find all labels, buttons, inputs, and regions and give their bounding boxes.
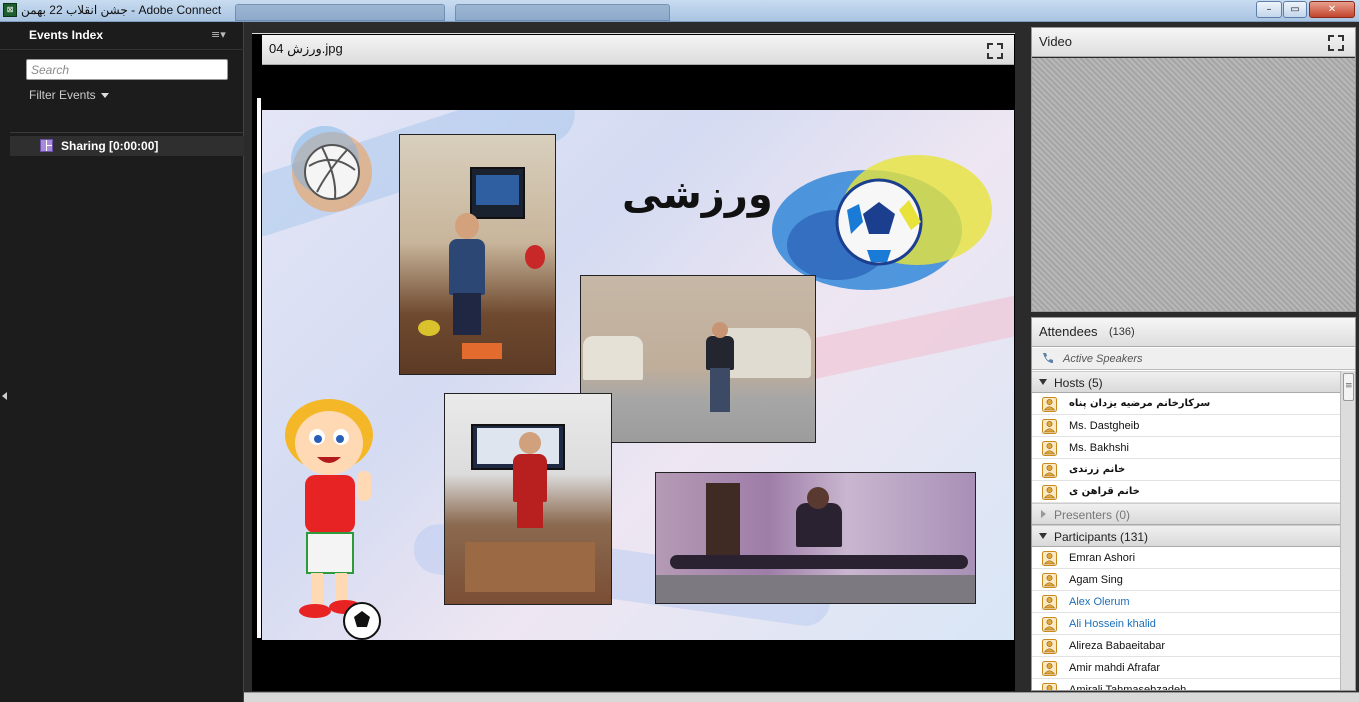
window-title: جشن انقلاب 22 بهمن - Adobe Connect	[21, 3, 222, 17]
attendee-row[interactable]: Ms. Bakhshi	[1032, 437, 1340, 459]
attendee-name: خانم زرندی	[1069, 464, 1126, 475]
caret-down-icon	[100, 93, 109, 99]
attendee-row[interactable]: Alireza Babaeitabar	[1032, 635, 1340, 657]
scrollbar-thumb[interactable]	[1343, 373, 1354, 401]
close-button[interactable]: ✕	[1309, 1, 1355, 18]
fullscreen-icon[interactable]	[1328, 35, 1344, 51]
expand-triangle-icon[interactable]	[1039, 533, 1047, 539]
attendee-group-header[interactable]: Presenters (0)	[1032, 503, 1340, 525]
user-icon	[1042, 463, 1057, 478]
events-panel-title: Events Index	[29, 28, 104, 42]
user-icon	[1042, 419, 1057, 434]
shared-slide-image: ورزشی	[262, 110, 1014, 640]
events-index-panel: Events Index ≡▾ Filter Events Sharing [0…	[0, 22, 244, 702]
attendee-name: Ali Hossein khalid	[1069, 618, 1156, 630]
user-icon	[1042, 617, 1057, 632]
share-pod: 04 ورزش.jpg ورزشی	[252, 26, 1015, 691]
attendee-group-header[interactable]: Hosts (5)	[1032, 371, 1340, 393]
attendee-row[interactable]: Emran Ashori	[1032, 547, 1340, 569]
attendee-row[interactable]: Alex Olerum	[1032, 591, 1340, 613]
attendee-name: Ms. Dastgheib	[1069, 420, 1140, 432]
background-taskbar-tab	[235, 4, 445, 21]
user-icon	[1042, 661, 1057, 676]
attendee-name: Agam Sing	[1069, 574, 1123, 586]
slide-heading: ورزشی	[622, 172, 773, 218]
filter-events-dropdown[interactable]: Filter Events	[29, 88, 109, 102]
attendee-name: Emran Ashori	[1069, 552, 1136, 564]
attendee-name: Ms. Bakhshi	[1069, 442, 1129, 454]
user-icon	[1042, 441, 1057, 456]
phone-icon	[1043, 353, 1053, 363]
attendee-row[interactable]: Ali Hossein khalid	[1032, 613, 1340, 635]
filter-events-label: Filter Events	[29, 88, 96, 102]
attendee-name: سرکارخانم مرضیه یزدان پناه	[1069, 398, 1211, 409]
attendee-row[interactable]: خانم قراهن ی	[1032, 481, 1340, 503]
slide-edge	[257, 98, 261, 638]
bottom-status-bar	[244, 692, 1359, 702]
cartoon-boy-illustration	[285, 399, 381, 640]
background-taskbar-tab	[455, 4, 670, 21]
attendees-count: (136)	[1109, 326, 1135, 338]
attendee-name: Amirali Tahmasebzadeh	[1069, 684, 1187, 691]
share-pod-icon	[40, 139, 53, 152]
user-icon	[1042, 683, 1057, 690]
attendee-group-label: Participants (131)	[1054, 530, 1149, 544]
collapse-triangle-icon[interactable]	[1041, 510, 1046, 518]
attendee-group-label: Presenters (0)	[1054, 508, 1131, 522]
user-icon	[1042, 397, 1057, 412]
attendee-row[interactable]: Ms. Dastgheib	[1032, 415, 1340, 437]
attendee-group-label: Hosts (5)	[1054, 376, 1103, 390]
attendee-name: Alex Olerum	[1069, 596, 1130, 608]
user-icon	[1042, 639, 1057, 654]
active-speakers-row: Active Speakers	[1032, 348, 1355, 370]
shared-file-name: 04 ورزش.jpg	[269, 41, 343, 56]
video-pod-title: Video	[1039, 34, 1073, 49]
attendee-row[interactable]: Agam Sing	[1032, 569, 1340, 591]
video-area	[1032, 58, 1355, 311]
expand-triangle-icon[interactable]	[1039, 379, 1047, 385]
adobe-connect-app-icon: ⊠	[3, 3, 17, 17]
user-icon	[1042, 573, 1057, 588]
attendee-list-scrollbar[interactable]	[1340, 371, 1355, 690]
attendees-title: Attendees	[1039, 324, 1098, 339]
events-search-input[interactable]	[26, 59, 228, 80]
attendee-list: Hosts (5) سرکارخانم مرضیه یزدان پناه Ms. D…	[1032, 371, 1340, 691]
minimize-button[interactable]: –	[1256, 1, 1282, 18]
photo-boy-boxing	[399, 134, 556, 375]
collapse-panel-arrow-icon[interactable]	[2, 392, 7, 400]
attendees-pod: Attendees (136) Active Speakers Hosts (5…	[1031, 317, 1356, 691]
panel-menu-icon[interactable]: ≡▾	[211, 28, 226, 41]
window-titlebar: ⊠ جشن انقلاب 22 بهمن - Adobe Connect – ▭…	[0, 0, 1359, 22]
event-item-label: Sharing [0:00:00]	[61, 139, 159, 153]
share-pod-top-bar	[252, 26, 1015, 34]
maximize-button[interactable]: ▭	[1283, 1, 1307, 18]
divider	[10, 132, 244, 133]
attendee-group-header[interactable]: Participants (131)	[1032, 525, 1340, 547]
attendee-row[interactable]: Amirali Tahmasebzadeh	[1032, 679, 1340, 691]
active-speakers-label: Active Speakers	[1063, 353, 1143, 365]
fullscreen-icon[interactable]	[987, 43, 1003, 59]
attendee-row[interactable]: خانم زرندی	[1032, 459, 1340, 481]
volleyball-illustration	[291, 126, 372, 212]
photo-boy-living-room	[580, 275, 816, 443]
attendee-name: خانم قراهن ی	[1069, 486, 1140, 497]
attendee-name: Alireza Babaeitabar	[1069, 640, 1166, 652]
user-icon	[1042, 485, 1057, 500]
user-icon	[1042, 595, 1057, 610]
video-pod-header: Video	[1032, 28, 1355, 57]
attendee-row[interactable]: Amir mahdi Afrafar	[1032, 657, 1340, 679]
photo-girl-splits	[655, 472, 976, 604]
events-panel-header: Events Index ≡▾	[0, 22, 244, 50]
user-icon	[1042, 551, 1057, 566]
attendee-row[interactable]: سرکارخانم مرضیه یزدان پناه	[1032, 393, 1340, 415]
share-pod-header: 04 ورزش.jpg	[262, 35, 1014, 65]
photo-boy-red-jersey	[444, 393, 612, 605]
attendees-pod-header: Attendees (136)	[1032, 318, 1355, 347]
attendee-name: Amir mahdi Afrafar	[1069, 662, 1161, 674]
event-item-sharing[interactable]: Sharing [0:00:00]	[10, 136, 244, 156]
video-pod: Video	[1031, 27, 1356, 312]
